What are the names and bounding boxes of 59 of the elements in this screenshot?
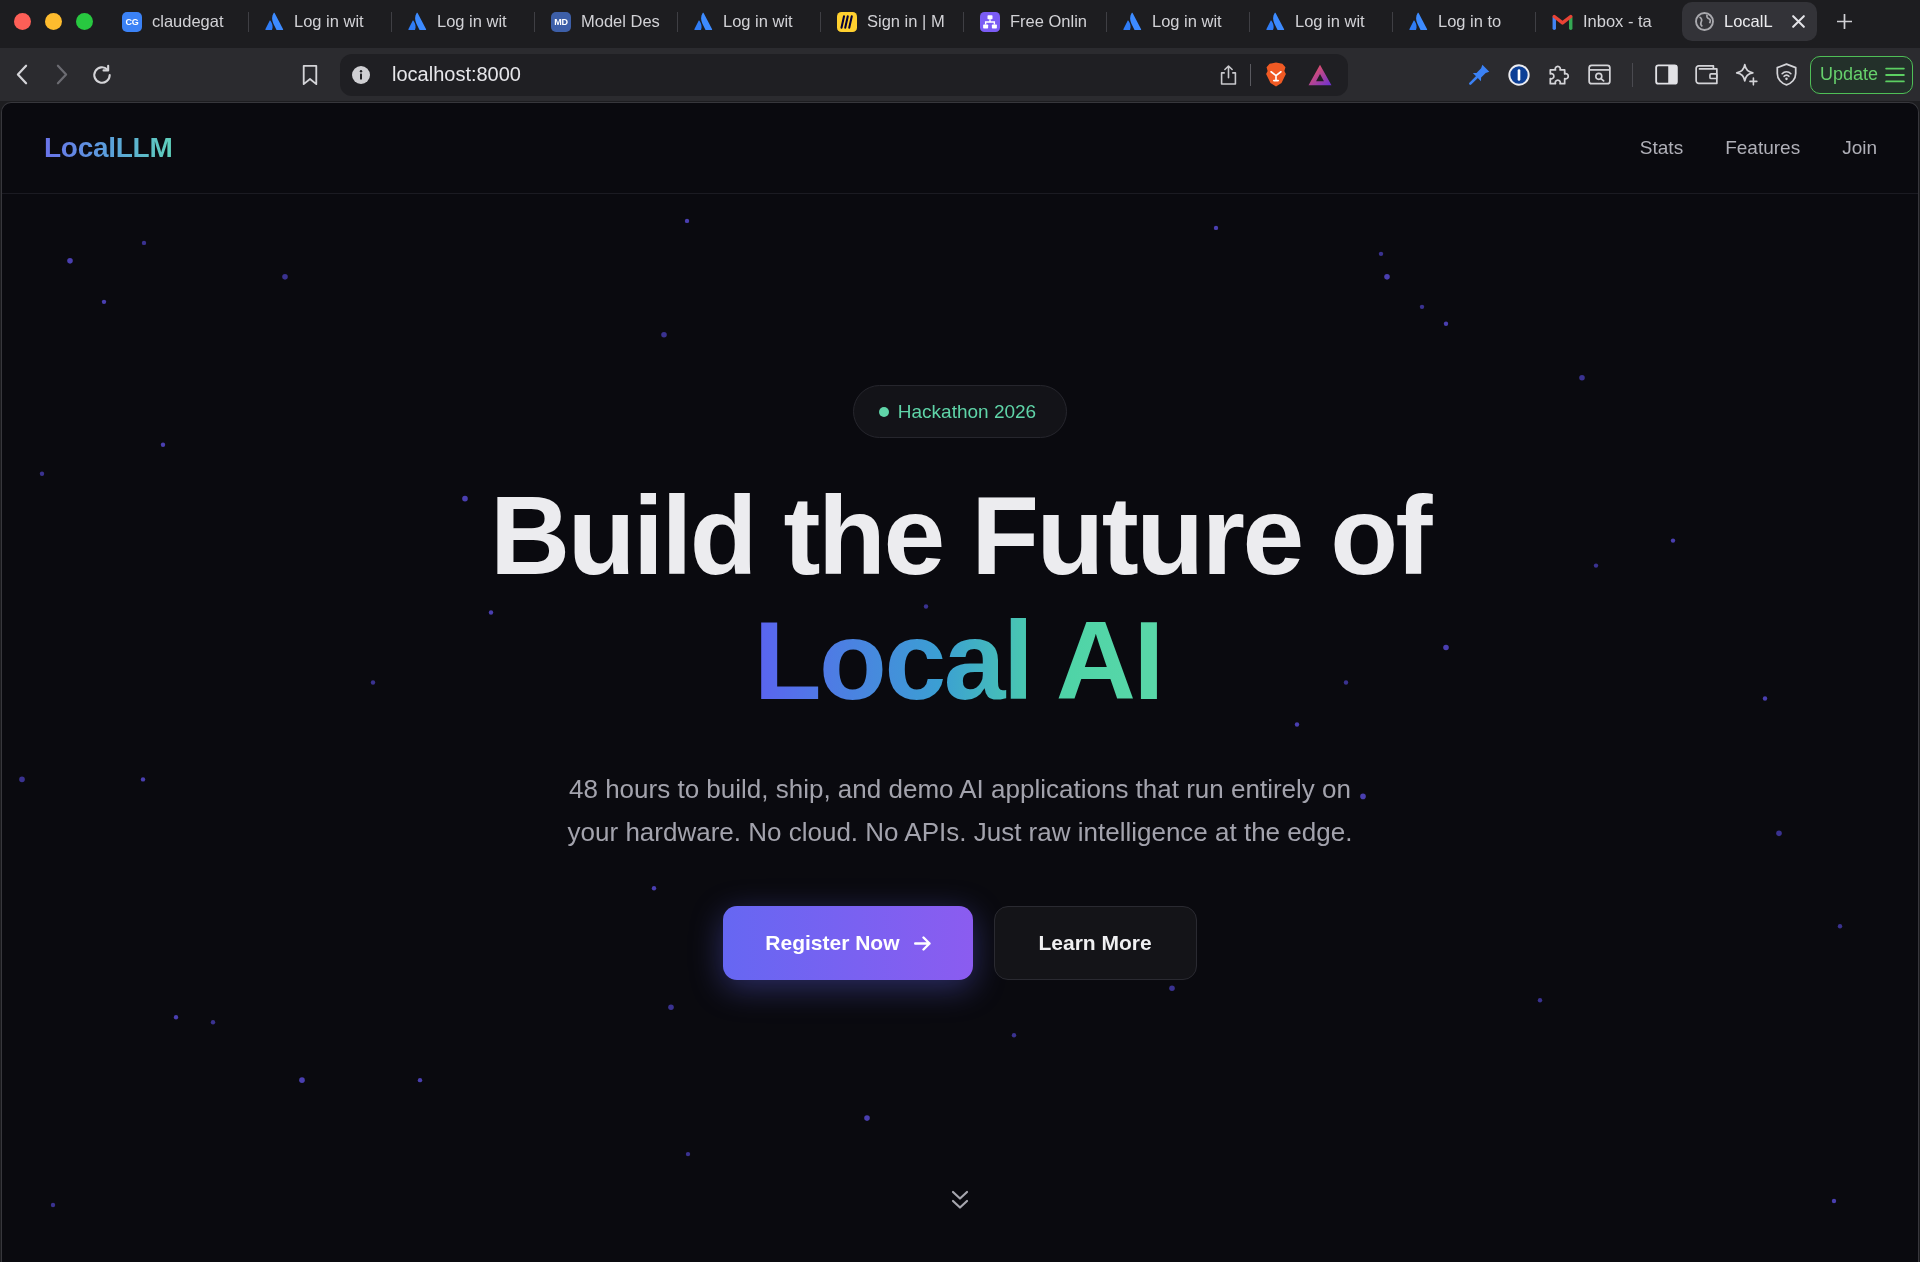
sparkle-icon[interactable] bbox=[1734, 63, 1758, 86]
browser-tab[interactable]: Log in wit bbox=[395, 2, 530, 41]
minimize-window-icon[interactable] bbox=[45, 13, 62, 30]
triangle-logo-icon bbox=[1266, 12, 1285, 31]
triangle-logo-icon bbox=[265, 12, 284, 31]
chevrons-down-icon bbox=[951, 1190, 969, 1210]
register-button[interactable]: Register Now bbox=[723, 906, 973, 980]
plus-icon[interactable] bbox=[1837, 14, 1852, 29]
learn-more-button[interactable]: Learn More bbox=[993, 906, 1197, 980]
browser-tab[interactable]: Inbox - ta bbox=[1539, 2, 1674, 41]
url-text: localhost:8000 bbox=[392, 63, 521, 86]
back-icon[interactable] bbox=[16, 64, 28, 85]
dot-icon bbox=[878, 406, 889, 417]
favicon-badge: CG bbox=[122, 11, 142, 32]
window-magnifier-icon[interactable] bbox=[1587, 64, 1611, 85]
nav-link[interactable]: Join bbox=[1842, 137, 1877, 159]
info-icon[interactable] bbox=[352, 65, 370, 84]
browser-tab[interactable]: Log in wit bbox=[1110, 2, 1245, 41]
shield-crest-icon[interactable] bbox=[1265, 62, 1287, 87]
menu-icon[interactable] bbox=[1885, 66, 1906, 83]
event-label: Hackathon 2026 bbox=[897, 400, 1037, 423]
mail-icon bbox=[1552, 13, 1573, 30]
browser-tab[interactable]: Log in wit bbox=[681, 2, 816, 41]
globe-icon bbox=[1695, 12, 1714, 31]
shield-icon[interactable] bbox=[1775, 63, 1797, 86]
bookmark-icon[interactable] bbox=[302, 63, 318, 86]
close-icon[interactable] bbox=[1792, 15, 1805, 28]
browser-tab[interactable]: LocalL bbox=[1682, 2, 1817, 41]
browser-tab[interactable]: MD Model Des bbox=[538, 2, 673, 41]
hero-heading: Build the Future of Local AI bbox=[488, 474, 1433, 724]
pin-icon[interactable] bbox=[1467, 63, 1491, 86]
wallet-icon[interactable] bbox=[1694, 64, 1718, 85]
update-button[interactable]: Update bbox=[1810, 55, 1914, 94]
zoom-window-icon[interactable] bbox=[76, 13, 93, 30]
sidebar-icon[interactable] bbox=[1654, 64, 1678, 85]
browser-tab[interactable]: Log in wit bbox=[252, 2, 387, 41]
puzzle-icon[interactable] bbox=[1547, 63, 1571, 86]
share-icon[interactable] bbox=[1220, 63, 1237, 86]
striped-tile-icon bbox=[837, 11, 857, 32]
browser-tab[interactable]: Log in wit bbox=[1253, 2, 1388, 41]
nav-link[interactable]: Features bbox=[1725, 137, 1801, 159]
triangle-logo-icon bbox=[694, 12, 713, 31]
favicon-badge: MD bbox=[551, 11, 571, 32]
close-window-icon[interactable] bbox=[14, 13, 31, 30]
browser-tab[interactable]: Sign in | M bbox=[824, 2, 959, 41]
browser-tab[interactable]: Free Onlin bbox=[967, 2, 1102, 41]
triangle-logo-icon bbox=[408, 12, 427, 31]
diagram-icon bbox=[980, 11, 1000, 32]
browser-tab[interactable]: CG claudegat bbox=[109, 2, 244, 41]
hero-description: 48 hours to build, ship, and demo AI applications that run entirely on your hardware. No cloud. No APIs. Just raw intelligence at the edge. bbox=[566, 773, 1354, 849]
arrow-right-icon bbox=[913, 935, 931, 951]
triangle-icon[interactable] bbox=[1308, 63, 1332, 86]
keyhole-circle-icon[interactable] bbox=[1508, 63, 1530, 86]
triangle-logo-icon bbox=[1123, 12, 1142, 31]
triangle-logo-icon bbox=[1409, 12, 1428, 31]
nav-link[interactable]: Stats bbox=[1639, 137, 1684, 159]
address-bar[interactable]: localhost:8000 bbox=[340, 53, 1348, 96]
reload-icon[interactable] bbox=[91, 63, 113, 86]
browser-tab[interactable]: Log in to bbox=[1396, 2, 1531, 41]
